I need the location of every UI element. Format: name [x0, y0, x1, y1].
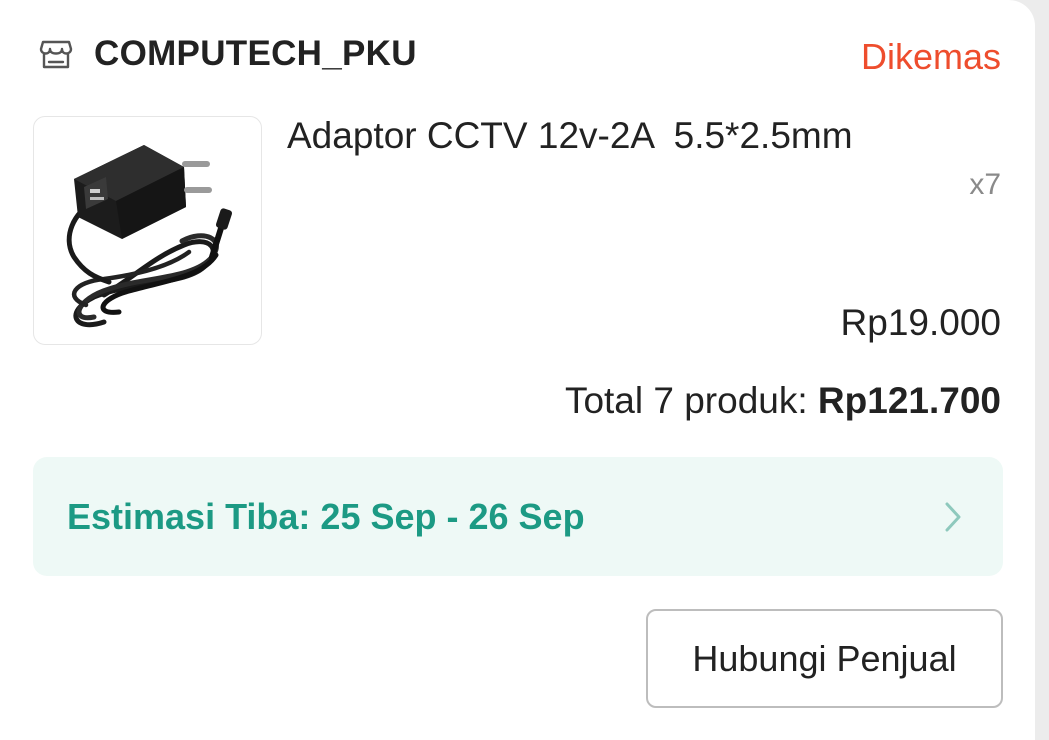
contact-seller-button[interactable]: Hubungi Penjual: [646, 609, 1003, 708]
product-price: Rp19.000: [840, 302, 1001, 343]
product-image[interactable]: [33, 116, 262, 345]
delivery-estimate-banner[interactable]: Estimasi Tiba: 25 Sep - 26 Sep: [33, 457, 1003, 576]
order-total-label: Total 7 produk:: [564, 380, 818, 421]
power-adapter-image: [66, 145, 233, 328]
order-status-label: Dikemas: [860, 36, 1001, 77]
storefront-icon: [39, 40, 73, 69]
shop-header[interactable]: COMPUTECH_PKU: [38, 34, 417, 74]
product-title[interactable]: Adaptor CCTV 12v-2A 5.5*2.5mm: [287, 115, 853, 157]
product-quantity: x7: [969, 168, 1001, 201]
shop-name[interactable]: COMPUTECH_PKU: [94, 34, 417, 74]
order-total-amount: Rp121.700: [817, 380, 1001, 421]
order-card: COMPUTECH_PKU Dikemas Adaptor CCTV 12v-2…: [0, 0, 1035, 740]
delivery-estimate-text: Estimasi Tiba: 25 Sep - 26 Sep: [67, 495, 585, 537]
order-total: Total 7 produk: Rp121.700: [565, 380, 1001, 422]
chevron-right-icon: [945, 502, 961, 532]
